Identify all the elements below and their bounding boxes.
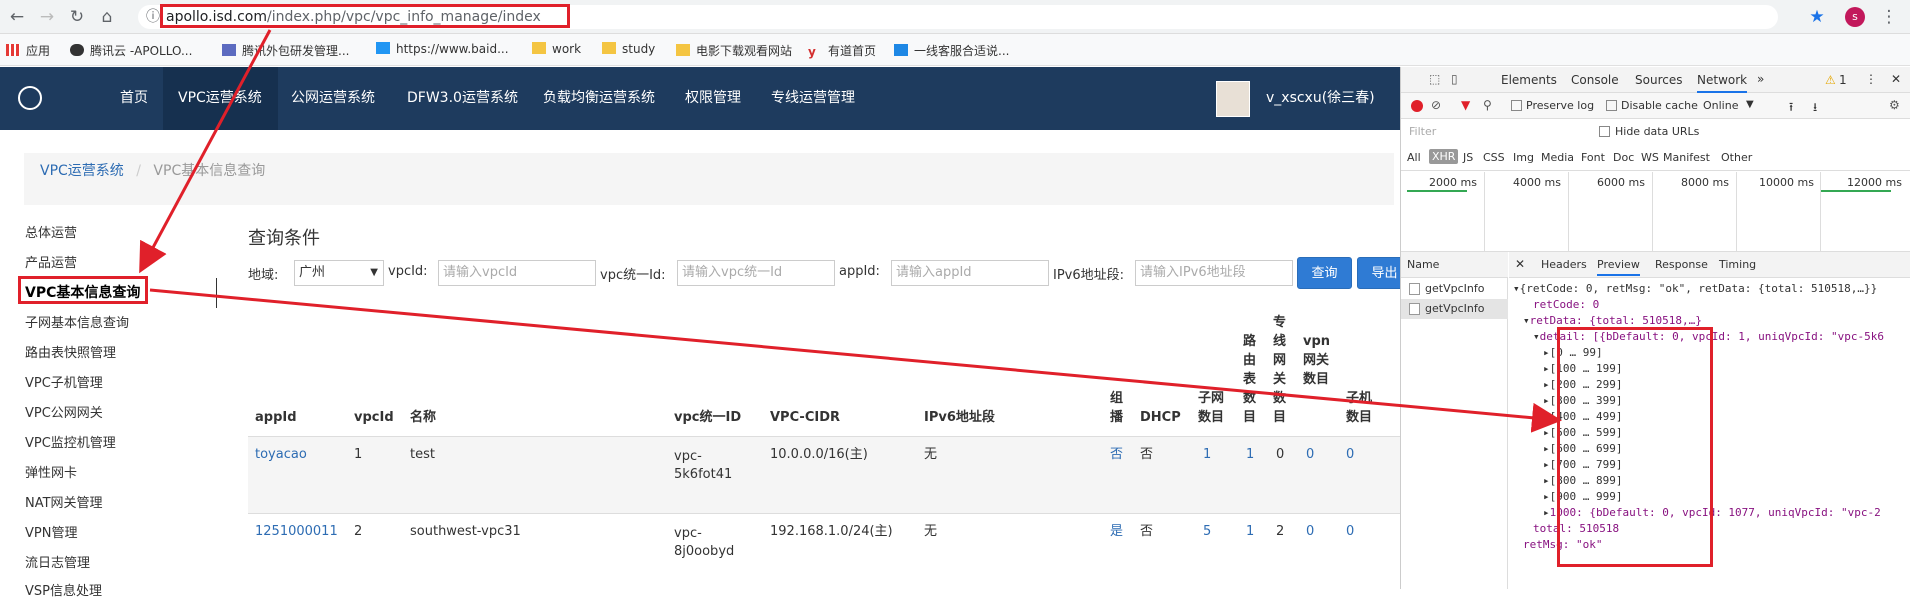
arrow-sidebar-to-preview [149,288,1562,433]
annotation-arrows [139,29,1562,433]
arrow-url-to-sidebar [139,29,272,274]
